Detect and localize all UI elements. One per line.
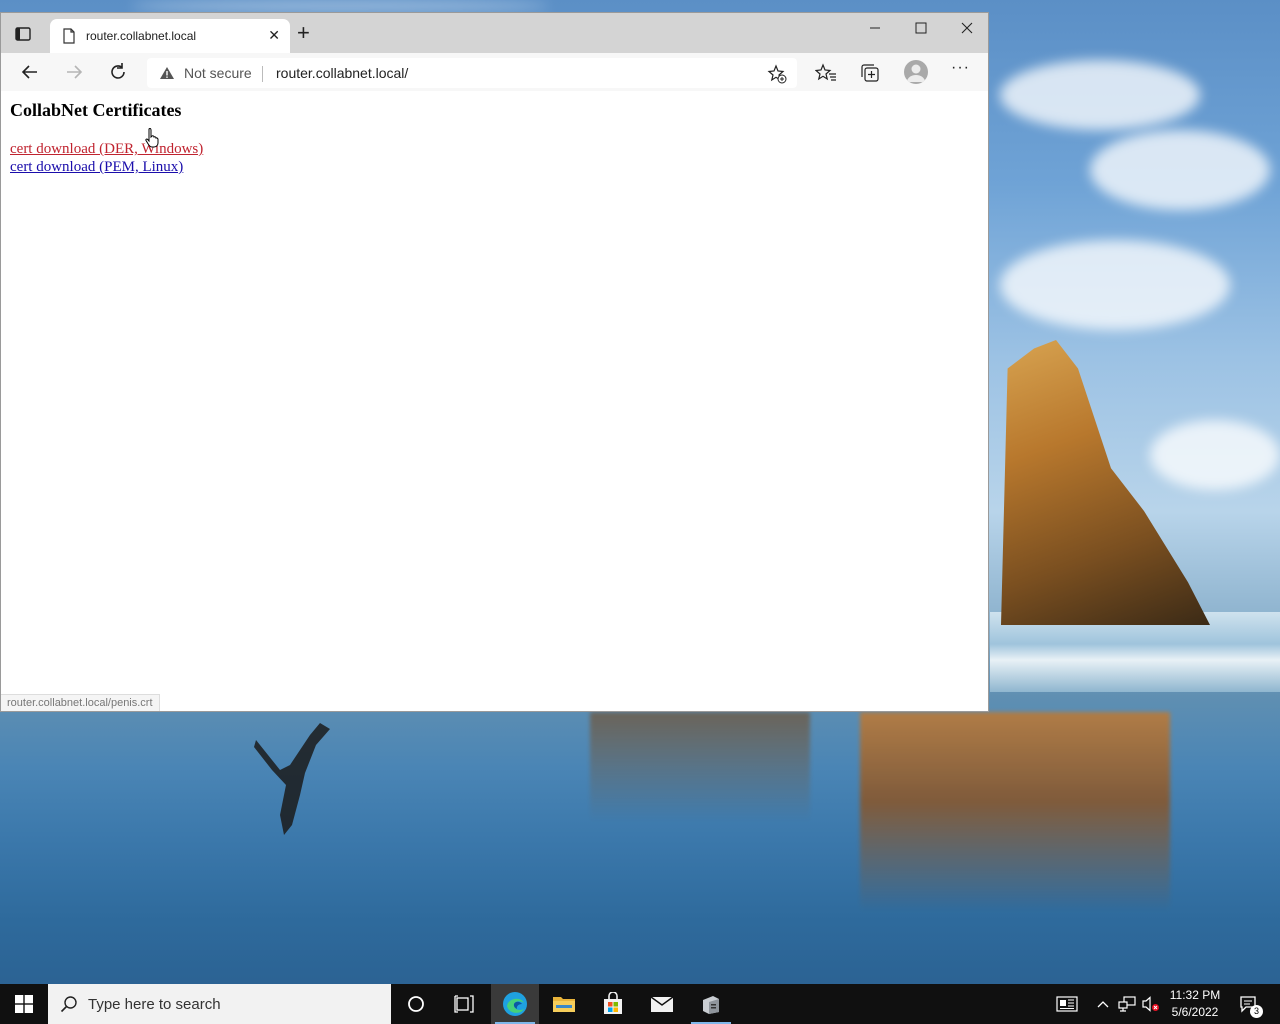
cloud bbox=[1000, 60, 1200, 130]
notification-count-badge: 3 bbox=[1250, 1005, 1263, 1018]
edge-icon[interactable] bbox=[491, 984, 539, 1024]
plus-icon[interactable]: + bbox=[297, 22, 315, 44]
refresh-icon[interactable] bbox=[107, 61, 129, 83]
cert-download-der-link[interactable]: cert download (DER, Windows) bbox=[10, 141, 203, 158]
search-placeholder: Type here to search bbox=[88, 996, 221, 1013]
search-icon bbox=[60, 996, 77, 1013]
server-manager-icon[interactable] bbox=[687, 984, 735, 1024]
tab-bar: router.collabnet.local ✕ + bbox=[1, 13, 988, 53]
browser-toolbar: Not secure router.collabnet.local/ ··· bbox=[1, 53, 988, 91]
security-label[interactable]: Not secure bbox=[184, 65, 252, 81]
clock[interactable]: 11:32 PM 5/6/2022 bbox=[1166, 987, 1224, 1021]
page-title: CollabNet Certificates bbox=[10, 100, 182, 120]
cortana-icon[interactable] bbox=[392, 984, 440, 1024]
back-icon[interactable] bbox=[19, 61, 41, 83]
close-icon[interactable]: ✕ bbox=[268, 27, 280, 44]
cloud bbox=[130, 0, 550, 12]
tabs-icon[interactable] bbox=[15, 26, 31, 42]
mail-icon[interactable] bbox=[638, 984, 686, 1024]
store-icon[interactable] bbox=[589, 984, 637, 1024]
task-view-icon[interactable] bbox=[440, 984, 488, 1024]
cert-download-pem-link[interactable]: cert download (PEM, Linux) bbox=[10, 159, 183, 176]
warning-icon[interactable] bbox=[159, 66, 175, 80]
cloud bbox=[1150, 420, 1280, 490]
volume-muted-icon[interactable] bbox=[1140, 984, 1162, 1024]
taskbar: Type here to search 11:32 PM 5/6/2022 3 bbox=[0, 984, 1280, 1024]
network-icon[interactable] bbox=[1116, 984, 1138, 1024]
favorites-icon[interactable] bbox=[815, 62, 837, 84]
minimize-icon[interactable] bbox=[852, 13, 898, 43]
forward-icon[interactable] bbox=[63, 61, 85, 83]
news-icon[interactable] bbox=[1052, 984, 1082, 1024]
window-close-icon[interactable] bbox=[944, 13, 990, 43]
tab-active[interactable]: router.collabnet.local ✕ bbox=[50, 19, 290, 53]
cloud bbox=[1090, 130, 1270, 210]
divider bbox=[262, 66, 263, 82]
add-favorite-icon[interactable] bbox=[767, 64, 787, 84]
reflection bbox=[590, 712, 810, 822]
url-text[interactable]: router.collabnet.local/ bbox=[276, 65, 408, 81]
profile-icon[interactable] bbox=[904, 60, 928, 84]
status-bar-url: router.collabnet.local/penis.crt bbox=[1, 694, 160, 711]
notification-icon[interactable] bbox=[1234, 984, 1262, 1024]
cliff-reflection bbox=[860, 712, 1170, 912]
search-box[interactable]: Type here to search bbox=[48, 984, 391, 1024]
person-reflection bbox=[254, 723, 330, 835]
collections-icon[interactable] bbox=[859, 62, 881, 84]
browser-window: router.collabnet.local ✕ + Not secure ro… bbox=[0, 12, 989, 712]
page-content: CollabNet Certificates cert download (DE… bbox=[1, 91, 988, 711]
address-bar[interactable]: Not secure router.collabnet.local/ bbox=[147, 58, 797, 88]
clock-time: 11:32 PM bbox=[1169, 988, 1221, 1002]
more-icon[interactable]: ··· bbox=[951, 59, 970, 77]
cloud bbox=[1000, 240, 1230, 330]
windows-start-icon[interactable] bbox=[0, 984, 48, 1024]
document-icon bbox=[63, 28, 75, 44]
maximize-icon[interactable] bbox=[898, 13, 944, 43]
tab-title: router.collabnet.local bbox=[86, 29, 197, 43]
file-explorer-icon[interactable] bbox=[540, 984, 588, 1024]
hand-cursor-icon bbox=[145, 128, 159, 148]
clock-date: 5/6/2022 bbox=[1171, 1005, 1219, 1019]
chevron-up-icon[interactable] bbox=[1093, 984, 1113, 1024]
